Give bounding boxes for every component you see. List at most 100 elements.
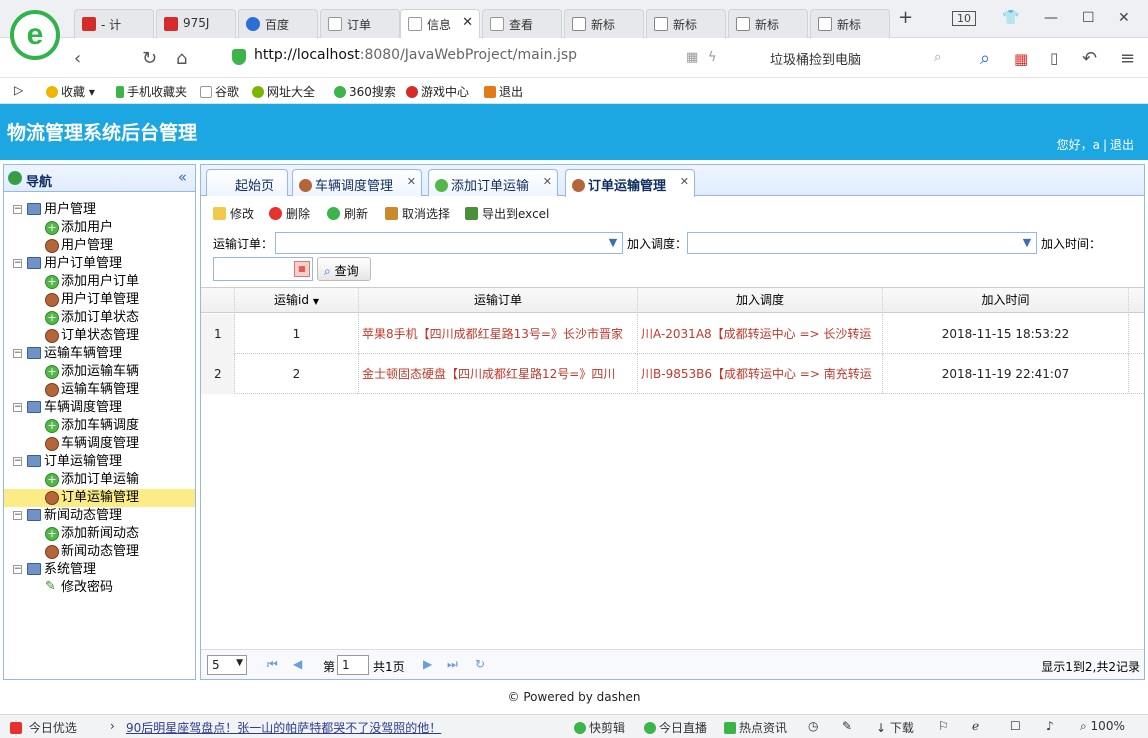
- nav-item[interactable]: 用户订单管理: [4, 291, 195, 309]
- next-page-icon[interactable]: ▶: [423, 657, 432, 671]
- browser-tab[interactable]: 新标: [564, 9, 644, 38]
- page-number-input[interactable]: 1: [337, 655, 369, 675]
- bookmark-google[interactable]: 谷歌: [200, 83, 239, 100]
- tab-order-transport-manage[interactable]: 订单运输管理 ✕: [565, 169, 695, 197]
- order-filter-select[interactable]: ▼: [275, 232, 623, 254]
- nav-item[interactable]: 车辆调度管理: [4, 435, 195, 453]
- phone-icon[interactable]: ▯: [1050, 49, 1058, 67]
- close-tab-icon[interactable]: ✕: [680, 175, 689, 188]
- nav-item[interactable]: + 添加新闻动态: [4, 525, 195, 543]
- nav-item[interactable]: 用户管理: [4, 237, 195, 255]
- tab-vehicle-dispatch[interactable]: 车辆调度管理 ✕: [292, 169, 422, 196]
- tree-collapse-icon[interactable]: −: [13, 403, 22, 412]
- shirt-icon[interactable]: 👕: [1002, 10, 1019, 26]
- tree-collapse-icon[interactable]: −: [13, 349, 22, 358]
- sidebar-toggle-icon[interactable]: ▷: [14, 83, 23, 97]
- tree-collapse-icon[interactable]: −: [13, 259, 22, 268]
- logout-link[interactable]: 退出: [1110, 138, 1134, 152]
- time-filter-input[interactable]: ▦: [213, 257, 313, 281]
- delete-button[interactable]: 删除: [269, 205, 310, 222]
- nav-item[interactable]: 运输车辆管理: [4, 381, 195, 399]
- unselect-button[interactable]: 取消选择: [385, 205, 450, 222]
- back-icon[interactable]: ‹: [74, 48, 81, 69]
- calendar-icon[interactable]: ▦: [294, 261, 310, 277]
- reload-icon[interactable]: ↻: [475, 657, 485, 671]
- nav-group[interactable]: − 运输车辆管理: [4, 345, 195, 363]
- export-excel-button[interactable]: 导出到excel: [465, 205, 549, 222]
- lightning-icon[interactable]: ϟ: [708, 50, 717, 65]
- browser-tab[interactable]: 新标: [646, 9, 726, 38]
- flag-icon[interactable]: ⚐: [938, 719, 949, 733]
- nav-group[interactable]: − 用户订单管理: [4, 255, 195, 273]
- browser-tab[interactable]: - 计: [74, 9, 154, 38]
- last-page-icon[interactable]: ⏭: [447, 657, 458, 672]
- bookmark-games[interactable]: 游戏中心: [406, 83, 469, 100]
- new-tab-icon[interactable]: +: [898, 7, 913, 28]
- live-button[interactable]: 今日直播: [644, 719, 707, 736]
- table-row[interactable]: 1 1 苹果8手机【四川成都红星路13号=》长沙市晋家 川A-2031A8【成都…: [201, 314, 1144, 354]
- chevron-right-icon[interactable]: ›: [110, 719, 115, 733]
- browser-tab[interactable]: 百度: [238, 9, 318, 38]
- ie-icon[interactable]: ℯ: [972, 719, 979, 733]
- news-ticker-link[interactable]: 90后明星座驾盘点！张一山的帕萨特都哭不了没驾照的他！: [126, 719, 441, 736]
- column-header-dispatch[interactable]: 加入调度: [638, 288, 883, 313]
- close-tab-icon[interactable]: ✕: [543, 175, 552, 188]
- nav-item[interactable]: + 添加订单状态: [4, 309, 195, 327]
- nav-item[interactable]: + 添加用户: [4, 219, 195, 237]
- tree-collapse-icon[interactable]: −: [13, 457, 22, 466]
- query-button[interactable]: ⌕ 查询: [317, 257, 371, 281]
- browser-logo-icon[interactable]: e: [10, 10, 60, 60]
- tree-collapse-icon[interactable]: −: [13, 205, 22, 214]
- refresh-button[interactable]: 刷新: [327, 205, 368, 222]
- table-row[interactable]: 2 2 金士顿固态硬盘【四川成都红星路12号=》四川 川B-9853B6【成都转…: [201, 354, 1144, 394]
- search-icon[interactable]: ⌕: [980, 48, 990, 69]
- browser-tab[interactable]: 975J: [156, 9, 236, 38]
- tree-collapse-icon[interactable]: −: [13, 565, 22, 574]
- close-tab-icon[interactable]: ✕: [407, 175, 416, 188]
- close-tab-icon[interactable]: ✕: [462, 15, 473, 30]
- dispatch-filter-select[interactable]: ▼: [687, 232, 1037, 254]
- browser-tab[interactable]: 新标: [728, 9, 808, 38]
- nav-item[interactable]: + 添加订单运输: [4, 471, 195, 489]
- reload-icon[interactable]: ↻: [142, 48, 157, 69]
- column-header-time[interactable]: 加入时间: [883, 288, 1129, 313]
- browser-tab[interactable]: 查看: [482, 9, 562, 38]
- download-button[interactable]: ↓ 下载: [876, 719, 914, 736]
- nav-item[interactable]: 订单状态管理: [4, 327, 195, 345]
- bookmark-mobile[interactable]: 手机收藏夹: [116, 83, 187, 100]
- qr-icon[interactable]: ▦: [686, 50, 698, 65]
- nav-group[interactable]: − 系统管理: [4, 561, 195, 579]
- browser-tab[interactable]: 订单: [320, 9, 400, 38]
- nav-group[interactable]: − 车辆调度管理: [4, 399, 195, 417]
- tab-add-order-transport[interactable]: 添加订单运输 ✕: [428, 169, 558, 196]
- hot-news-button[interactable]: 热点资讯: [724, 719, 787, 736]
- speed-icon[interactable]: ◷: [808, 719, 818, 733]
- today-picks[interactable]: 今日优选: [10, 719, 77, 736]
- bookmark-exit[interactable]: 退出: [484, 83, 523, 100]
- bookmark-360search[interactable]: 360搜索: [334, 83, 396, 100]
- zoom-level[interactable]: ⌕ 100%: [1080, 719, 1125, 734]
- edit-button[interactable]: 修改: [213, 205, 254, 222]
- quick-edit-button[interactable]: 快剪辑: [574, 719, 625, 736]
- nav-item[interactable]: + 添加运输车辆: [4, 363, 195, 381]
- search-small-icon[interactable]: ⌕: [934, 50, 941, 65]
- first-page-icon[interactable]: ⏮: [267, 657, 278, 672]
- nav-item[interactable]: + 添加用户订单: [4, 273, 195, 291]
- window-icon[interactable]: ☐: [1010, 719, 1021, 733]
- close-window-icon[interactable]: ✕: [1118, 10, 1130, 26]
- tab-count-badge[interactable]: 10: [952, 11, 976, 26]
- nav-group[interactable]: − 用户管理: [4, 201, 195, 219]
- tab-start-page[interactable]: 起始页: [206, 169, 288, 196]
- maximize-icon[interactable]: ☐: [1082, 10, 1095, 26]
- menu-icon[interactable]: ≡: [1120, 48, 1135, 69]
- nav-group[interactable]: − 订单运输管理: [4, 453, 195, 471]
- volume-icon[interactable]: ♪: [1046, 719, 1054, 733]
- column-header-order[interactable]: 运输订单: [359, 288, 638, 313]
- nav-item[interactable]: ✎ 修改密码: [4, 579, 195, 597]
- nav-group[interactable]: − 新闻动态管理: [4, 507, 195, 525]
- page-size-select[interactable]: 5 ▼: [207, 655, 247, 675]
- nav-item[interactable]: 新闻动态管理: [4, 543, 195, 561]
- bookmark-directory[interactable]: 网址大全: [252, 83, 315, 100]
- minimize-icon[interactable]: —: [1044, 10, 1058, 26]
- apps-icon[interactable]: ▦: [1014, 50, 1028, 68]
